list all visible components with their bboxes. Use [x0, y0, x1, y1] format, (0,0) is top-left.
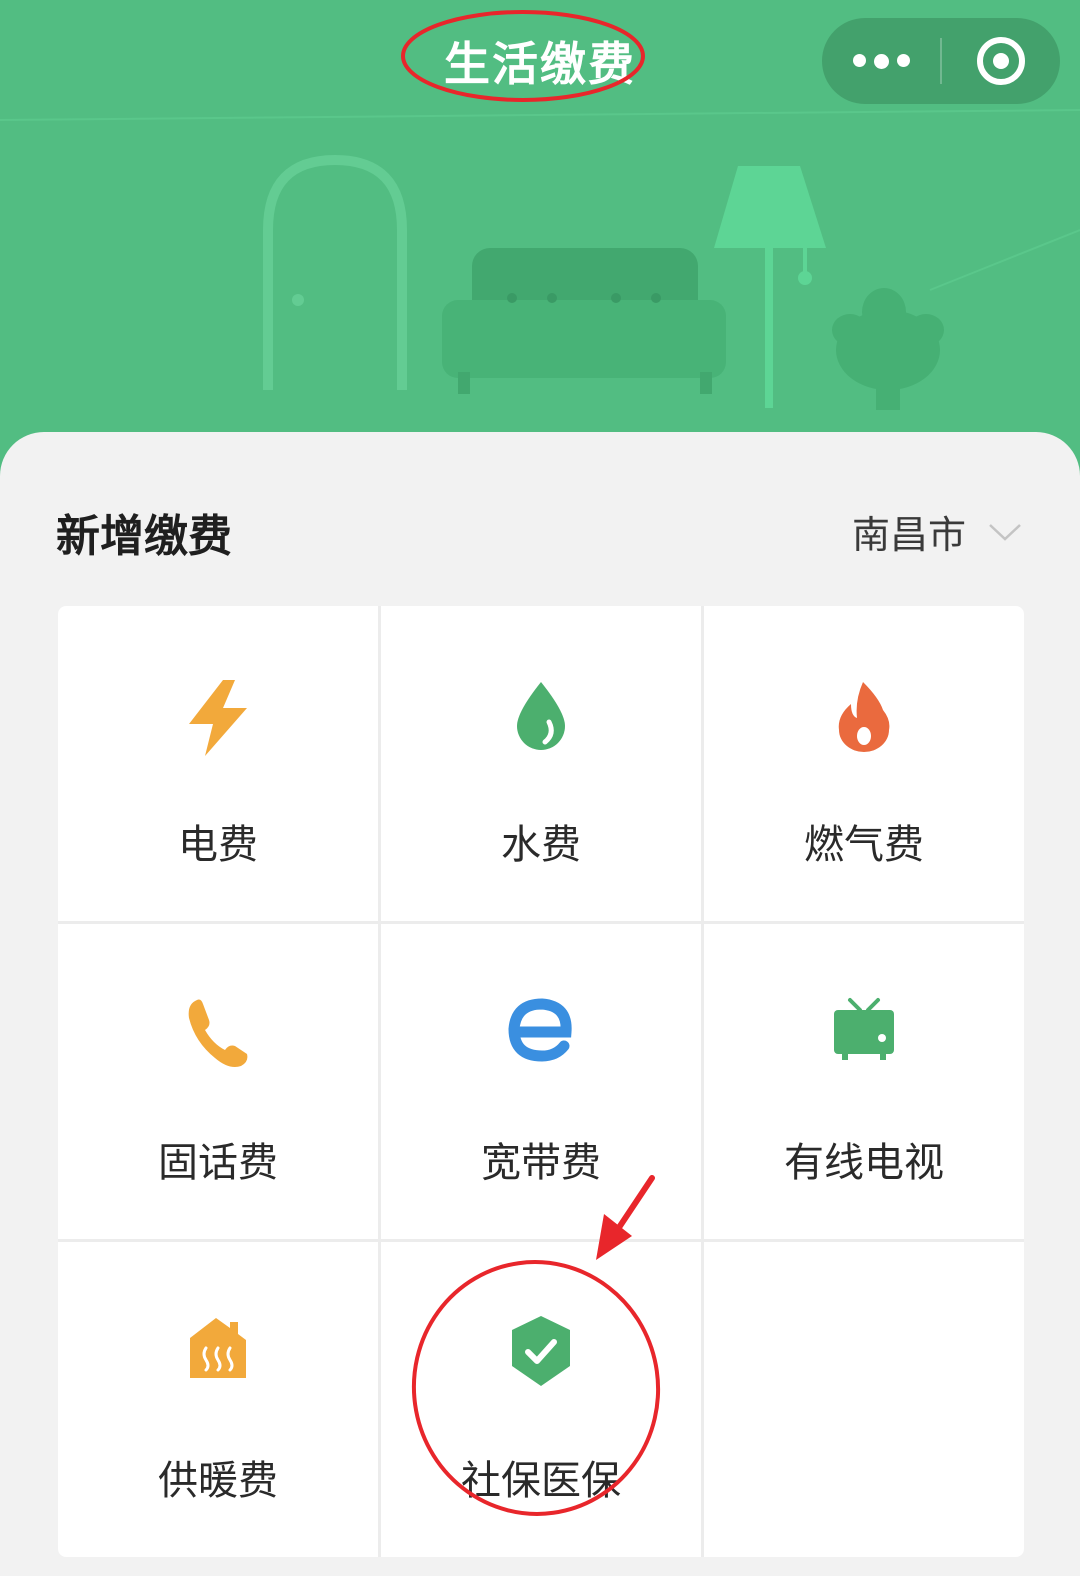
empty-grid-cell — [704, 1242, 1024, 1557]
title-highlight-circle — [401, 10, 645, 102]
service-gas[interactable]: 燃气费 — [704, 606, 1024, 921]
phone-icon — [188, 999, 248, 1067]
service-landline[interactable]: 固话费 — [58, 924, 378, 1239]
broadband-e-icon — [508, 998, 572, 1062]
service-grid: 电费 水费 燃气费 固话费 宽带费 有线电视 供暖费 社保医保 — [58, 606, 1024, 1557]
service-label: 供暖费 — [158, 1458, 278, 1504]
heating-house-icon — [190, 1318, 246, 1378]
flame-icon — [838, 682, 890, 752]
more-button[interactable] — [822, 18, 940, 104]
service-label: 有线电视 — [784, 1140, 944, 1186]
service-broadband[interactable]: 宽带费 — [381, 924, 701, 1239]
service-label: 燃气费 — [804, 822, 924, 868]
chevron-down-icon — [989, 523, 1021, 541]
service-label: 电费 — [178, 822, 258, 868]
service-cable-tv[interactable]: 有线电视 — [704, 924, 1024, 1239]
mini-program-capsule — [822, 18, 1060, 104]
service-label: 固话费 — [158, 1140, 278, 1186]
water-drop-icon — [517, 682, 565, 750]
section-title: 新增缴费 — [56, 511, 232, 562]
more-dots-icon — [852, 53, 910, 69]
shield-check-icon — [512, 1316, 570, 1386]
service-water[interactable]: 水费 — [381, 606, 701, 921]
service-heating[interactable]: 供暖费 — [58, 1242, 378, 1557]
city-selector[interactable]: 南昌市 — [852, 504, 1022, 559]
lightning-icon — [189, 680, 247, 756]
service-label: 宽带费 — [481, 1140, 601, 1186]
header-banner: 生活缴费 — [0, 0, 1080, 480]
service-label: 社保医保 — [461, 1458, 621, 1504]
service-social-insurance[interactable]: 社保医保 — [381, 1242, 701, 1557]
service-label: 水费 — [501, 822, 581, 868]
close-mini-program-button[interactable] — [942, 18, 1060, 104]
tv-icon — [834, 998, 894, 1060]
target-circle-icon — [977, 37, 1025, 85]
city-label: 南昌市 — [851, 513, 966, 557]
service-electricity[interactable]: 电费 — [58, 606, 378, 921]
